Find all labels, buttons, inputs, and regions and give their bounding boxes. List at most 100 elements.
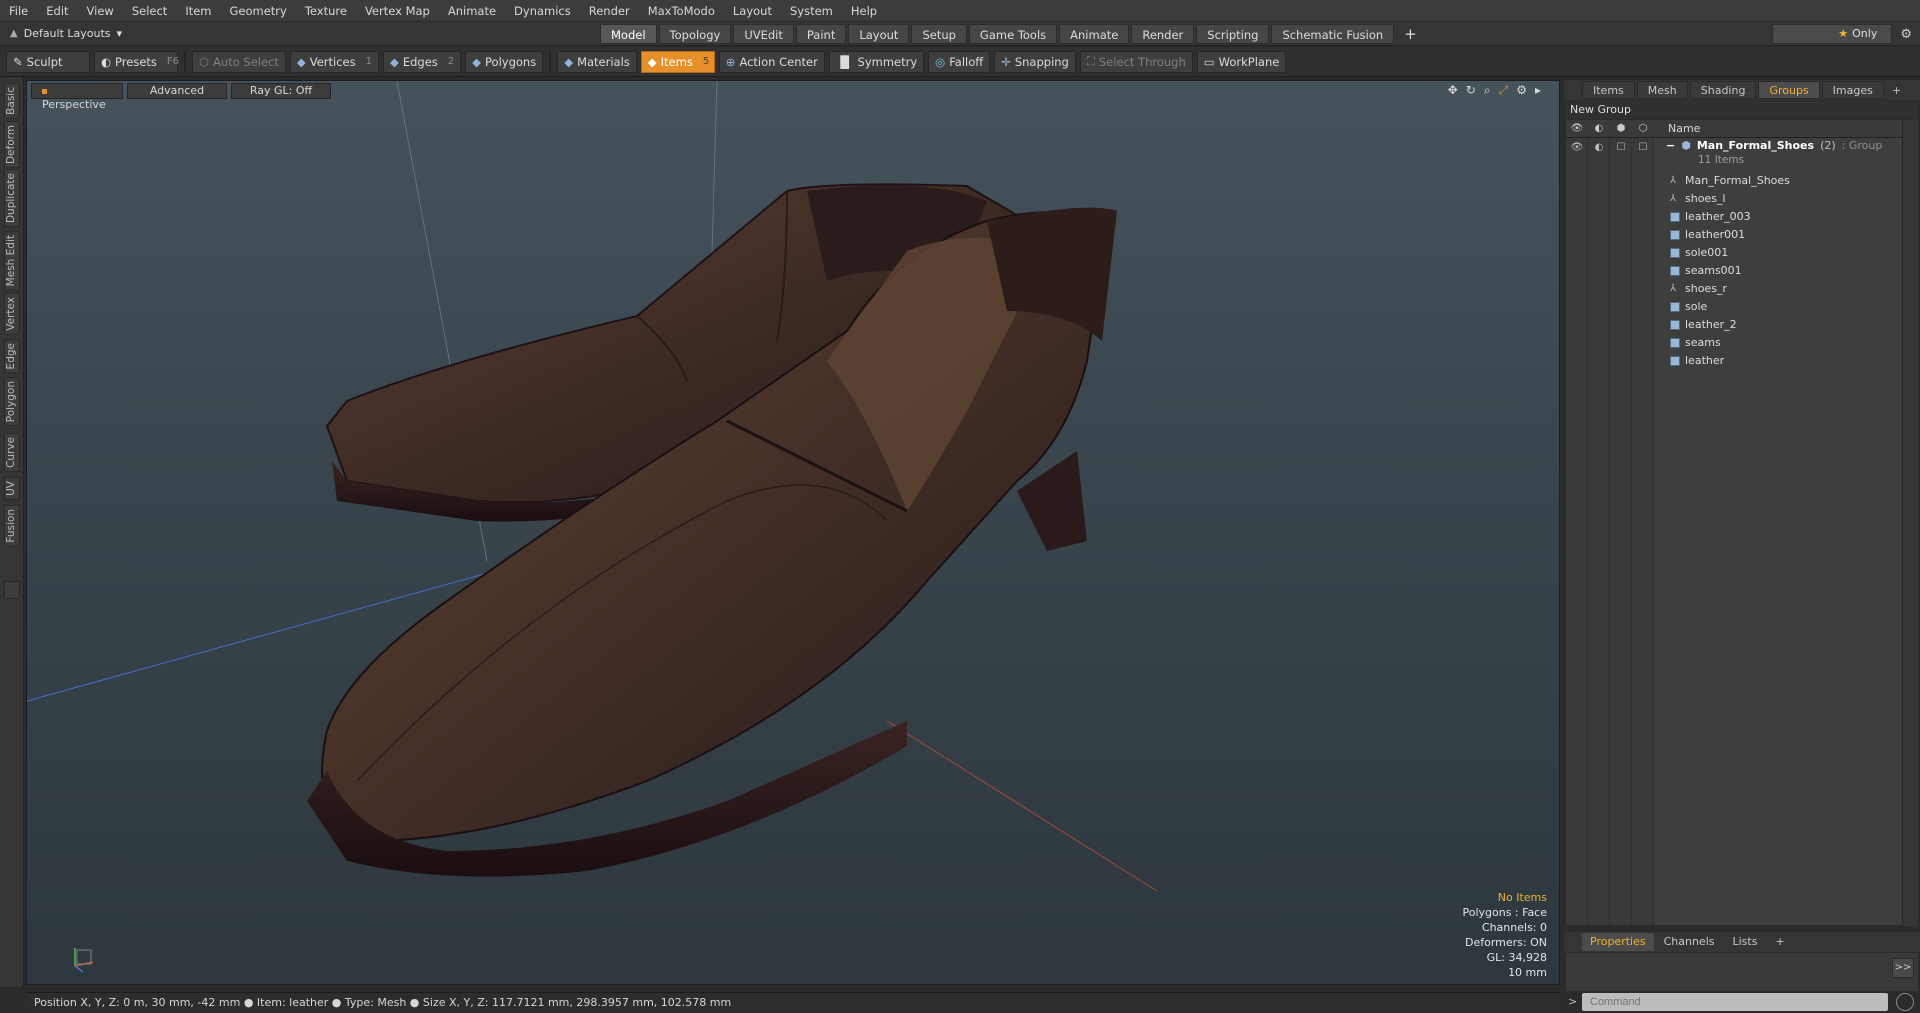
group-row[interactable]: − ⬢ Man_Formal_Shoes (2) : Group xyxy=(1666,138,1882,154)
list-item[interactable]: seams001 xyxy=(1670,262,1742,280)
tab-groups[interactable]: Groups xyxy=(1758,81,1820,99)
vtab-curve[interactable]: Curve xyxy=(4,433,20,472)
gear-icon[interactable]: ⚙ xyxy=(1900,27,1912,42)
snapping-button[interactable]: ✛ Snapping xyxy=(994,50,1076,73)
action-center-button[interactable]: ⊕ Action Center xyxy=(718,50,825,73)
menu-view[interactable]: View xyxy=(78,0,123,22)
tab-animate[interactable]: Animate xyxy=(1059,23,1130,44)
tab-channels[interactable]: Channels xyxy=(1656,933,1723,951)
vtab-uv[interactable]: UV xyxy=(4,477,20,500)
select-col-icon[interactable]: ⬡ xyxy=(1632,123,1654,134)
menu-help[interactable]: Help xyxy=(842,0,886,22)
eye-icon[interactable]: 👁 xyxy=(1566,142,1588,153)
menu-edit[interactable]: Edit xyxy=(37,0,77,22)
list-item[interactable]: ⅄ Man_Formal_Shoes xyxy=(1670,172,1790,190)
render-toggle-icon[interactable]: ◐ xyxy=(1588,142,1610,153)
list-item[interactable]: seams xyxy=(1670,334,1721,352)
vtab-fusion[interactable]: Fusion xyxy=(4,505,20,547)
render-col-icon[interactable]: ◐ xyxy=(1588,123,1610,134)
add-tab-icon[interactable]: + xyxy=(1396,25,1425,43)
menu-system[interactable]: System xyxy=(781,0,842,22)
layout-up-icon[interactable]: ▲ xyxy=(10,28,18,39)
tab-game-tools[interactable]: Game Tools xyxy=(968,23,1058,44)
add-panel-tab-icon[interactable]: + xyxy=(1892,84,1901,97)
rotate-icon[interactable]: ↻ xyxy=(1466,83,1476,98)
tab-render[interactable]: Render xyxy=(1131,23,1195,44)
vtab-deform[interactable]: Deform xyxy=(4,121,20,169)
lock-col-icon[interactable]: ⬢ xyxy=(1610,123,1632,134)
zoom-icon[interactable]: ⌕ xyxy=(1484,83,1491,98)
select-through-button[interactable]: ⛶ Select Through xyxy=(1079,50,1193,73)
list-scrollbar[interactable] xyxy=(1902,120,1918,926)
workplane-button[interactable]: ▭ WorkPlane xyxy=(1196,50,1287,73)
tab-items[interactable]: Items xyxy=(1582,81,1635,99)
view-mode-button[interactable]: Perspective xyxy=(31,83,123,111)
list-item[interactable]: leather_2 xyxy=(1670,316,1737,334)
menu-layout[interactable]: Layout xyxy=(724,0,781,22)
maximize-icon[interactable]: ⤢ xyxy=(1499,83,1509,98)
visibility-col-icon[interactable]: 👁 xyxy=(1566,123,1588,134)
tab-scripting[interactable]: Scripting xyxy=(1196,23,1270,44)
items-button[interactable]: ◆ Items 5 xyxy=(640,50,715,73)
tab-images[interactable]: Images xyxy=(1821,81,1884,99)
list-item[interactable]: sole xyxy=(1670,298,1707,316)
command-input[interactable] xyxy=(1582,993,1888,1011)
tab-topology[interactable]: Topology xyxy=(658,23,732,44)
menu-texture[interactable]: Texture xyxy=(296,0,356,22)
tab-setup[interactable]: Setup xyxy=(911,23,967,44)
polygons-button[interactable]: ◆ Polygons xyxy=(465,50,544,73)
tab-layout[interactable]: Layout xyxy=(848,23,910,44)
vtab-vertex[interactable]: Vertex xyxy=(4,293,20,335)
vertices-button[interactable]: ◆ Vertices 1 xyxy=(289,50,379,73)
tab-mesh[interactable]: Mesh ... xyxy=(1636,81,1688,115)
menu-dynamics[interactable]: Dynamics xyxy=(505,0,580,22)
viewport-menu-icon[interactable]: ▸ xyxy=(1535,83,1541,98)
list-item[interactable]: leather_003 xyxy=(1670,208,1751,226)
3d-viewport[interactable]: Perspective Advanced Ray GL: Off ✥ ↻ ⌕ ⤢… xyxy=(26,80,1560,985)
vtab-extra[interactable] xyxy=(4,581,20,599)
tab-uvedit[interactable]: UVEdit xyxy=(733,23,794,44)
vtab-polygon[interactable]: Polygon xyxy=(4,377,20,427)
select-toggle-icon[interactable]: ☐ xyxy=(1632,142,1654,153)
menu-animate[interactable]: Animate xyxy=(439,0,505,22)
tab-properties[interactable]: Properties xyxy=(1582,933,1654,951)
tab-shading[interactable]: Shading xyxy=(1689,81,1757,99)
raygl-button[interactable]: Ray GL: Off xyxy=(231,83,331,99)
tab-lists[interactable]: Lists xyxy=(1725,933,1766,951)
name-column-header[interactable]: Name xyxy=(1654,122,1700,135)
tab-paint[interactable]: Paint xyxy=(795,23,847,44)
falloff-button[interactable]: ◎ Falloff xyxy=(928,50,991,73)
shading-mode-button[interactable]: Advanced xyxy=(127,83,227,99)
list-item[interactable]: ⅄ shoes_r xyxy=(1670,280,1727,298)
list-item[interactable]: leather xyxy=(1670,352,1724,370)
command-record-icon[interactable] xyxy=(1896,993,1914,1011)
menu-item[interactable]: Item xyxy=(176,0,220,22)
expand-properties-icon[interactable]: >> xyxy=(1892,958,1914,978)
sculpt-button[interactable]: ✎ Sculpt xyxy=(6,50,90,73)
tab-model[interactable]: Model xyxy=(600,23,657,44)
list-item[interactable]: ⅄ shoes_l xyxy=(1670,190,1726,208)
tab-schematic-fusion[interactable]: Schematic Fusion xyxy=(1271,23,1395,44)
vtab-duplicate[interactable]: Duplicate xyxy=(4,169,20,228)
collapse-icon[interactable]: − xyxy=(1666,138,1675,154)
layout-dropdown[interactable]: ▲ Default Layouts ▾ xyxy=(0,27,600,40)
vtab-basic[interactable]: Basic xyxy=(4,83,20,119)
add-bottom-tab-icon[interactable]: + xyxy=(1767,933,1792,951)
materials-button[interactable]: ◆ Materials xyxy=(557,50,637,73)
menu-geometry[interactable]: Geometry xyxy=(221,0,296,22)
vtab-edge[interactable]: Edge xyxy=(4,339,20,374)
only-button[interactable]: ★ Only xyxy=(1772,24,1893,44)
viewport-settings-icon[interactable]: ⚙ xyxy=(1516,83,1527,98)
vtab-mesh-edit[interactable]: Mesh Edit xyxy=(4,231,20,291)
edges-button[interactable]: ◆ Edges 2 xyxy=(383,50,462,73)
pan-icon[interactable]: ✥ xyxy=(1448,83,1458,98)
list-item[interactable]: leather001 xyxy=(1670,226,1745,244)
menu-file[interactable]: File xyxy=(0,0,37,22)
auto-select-button[interactable]: ⬡ Auto Select xyxy=(192,50,286,73)
menu-select[interactable]: Select xyxy=(123,0,176,22)
menu-maxtomodo[interactable]: MaxToModo xyxy=(639,0,724,22)
lock-toggle-icon[interactable]: ☐ xyxy=(1610,142,1632,153)
presets-button[interactable]: ◐ Presets F6 xyxy=(94,50,179,73)
symmetry-button[interactable]: ▐▌ Symmetry xyxy=(828,50,925,73)
menu-render[interactable]: Render xyxy=(580,0,639,22)
